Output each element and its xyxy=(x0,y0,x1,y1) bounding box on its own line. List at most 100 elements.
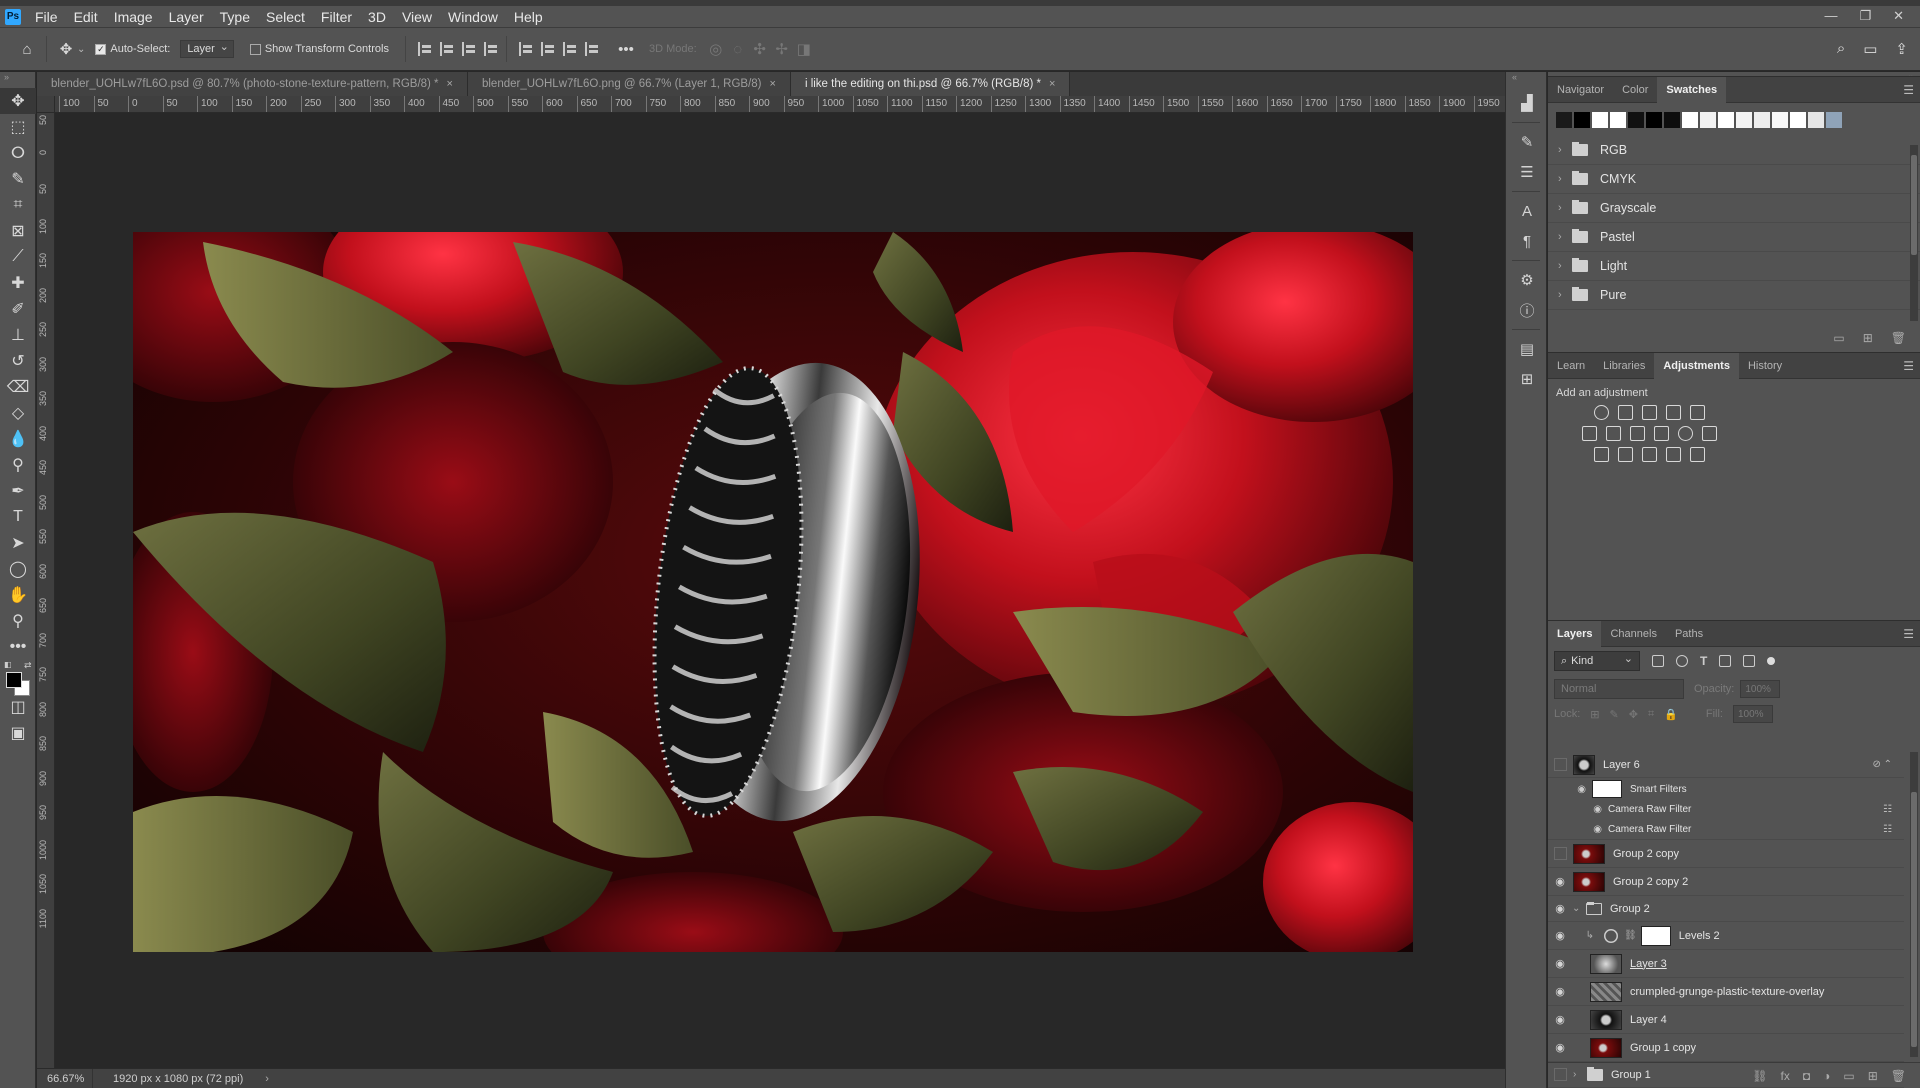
posterize-icon[interactable] xyxy=(1618,447,1633,462)
type-filter-icon[interactable]: T xyxy=(1700,654,1707,668)
link-icon[interactable]: ⛓ xyxy=(1624,930,1637,941)
paragraph-icon[interactable]: ¶ xyxy=(1506,226,1548,256)
move-tool-icon[interactable]: ✥ xyxy=(55,38,77,60)
close-window-button[interactable]: ✕ xyxy=(1893,8,1904,24)
layer-row[interactable]: Layer 6 ⊘ ⌃ xyxy=(1548,752,1904,778)
quick-mask-icon[interactable]: ◫ xyxy=(0,694,36,720)
layer-row[interactable]: ◉ Group 2 copy 2 xyxy=(1548,868,1904,896)
align-left-icon[interactable] xyxy=(417,42,432,56)
selective-color-icon[interactable] xyxy=(1666,447,1681,462)
layer-row[interactable]: ◉ crumpled-grunge-plastic-texture-overla… xyxy=(1548,978,1904,1006)
eye-icon[interactable]: ◉ xyxy=(1548,875,1572,888)
show-transform-checkbox[interactable] xyxy=(249,43,261,55)
brightness-contrast-icon[interactable] xyxy=(1594,405,1609,420)
swatch-group-cmyk[interactable]: › CMYK xyxy=(1548,165,1920,194)
color-swatch[interactable] xyxy=(1556,112,1572,128)
new-swatch-icon[interactable]: ⊞ xyxy=(1863,331,1873,345)
hand-tool-icon[interactable]: ✋ xyxy=(0,582,36,608)
new-adjustment-icon[interactable]: ◑ xyxy=(1823,1069,1830,1083)
3d-pan-icon[interactable]: ✣ xyxy=(749,38,771,60)
color-swatch[interactable] xyxy=(1826,112,1842,128)
crop-tool-icon[interactable]: ⌗ xyxy=(0,192,36,218)
eye-icon[interactable]: ◉ xyxy=(1548,784,1592,795)
share-icon[interactable]: ⇪ xyxy=(1895,40,1908,58)
eye-icon[interactable]: ◉ xyxy=(1548,1041,1572,1054)
lasso-tool-icon[interactable]: ⵔ xyxy=(0,140,36,166)
vibrance-icon[interactable] xyxy=(1690,405,1705,420)
ruler-origin[interactable] xyxy=(37,96,55,113)
info-icon[interactable]: ⓘ xyxy=(1506,295,1548,325)
document-canvas[interactable] xyxy=(133,232,1413,952)
color-swatch[interactable] xyxy=(1736,112,1752,128)
visibility-toggle-off[interactable] xyxy=(1554,847,1567,860)
3d-camera-icon[interactable]: ◨ xyxy=(793,38,815,60)
panel-menu-icon[interactable]: ☰ xyxy=(1903,627,1914,641)
eye-icon[interactable]: ◉ xyxy=(1548,985,1572,998)
eyedropper-tool-icon[interactable]: ⟋ xyxy=(0,244,36,270)
swatch-group-rgb[interactable]: › RGB xyxy=(1548,136,1920,165)
tab-color[interactable]: Color xyxy=(1613,77,1657,103)
foreground-color-swatch[interactable] xyxy=(6,672,22,688)
color-swatch[interactable] xyxy=(1610,112,1626,128)
color-swatch[interactable] xyxy=(1700,112,1716,128)
threshold-icon[interactable] xyxy=(1642,447,1657,462)
tab-history[interactable]: History xyxy=(1739,353,1791,379)
align-top-icon[interactable] xyxy=(518,42,533,56)
new-group-icon[interactable]: ▭ xyxy=(1843,1069,1854,1083)
kind-filter-dropdown[interactable]: ⌕ Kind xyxy=(1554,651,1640,671)
eye-icon[interactable]: ◉ xyxy=(1548,957,1572,970)
align-bottom-icon[interactable] xyxy=(562,42,577,56)
scrollbar-thumb[interactable] xyxy=(1911,155,1917,255)
brush-settings-icon[interactable]: ✎ xyxy=(1506,127,1548,157)
menu-window[interactable]: Window xyxy=(440,9,506,25)
swatch-group-pure[interactable]: › Pure xyxy=(1548,281,1920,310)
group-row[interactable]: ◉ ⌄ Group 2 xyxy=(1548,896,1904,922)
restore-button[interactable]: ❐ xyxy=(1859,8,1871,24)
chevron-down-icon[interactable]: ⌄ xyxy=(77,44,85,55)
menu-edit[interactable]: Edit xyxy=(66,9,106,25)
doc-tab-active[interactable]: i like the editing on thi.psd @ 66.7% (R… xyxy=(790,72,1071,96)
swatch-group-grayscale[interactable]: › Grayscale xyxy=(1548,194,1920,223)
align-middle-icon[interactable] xyxy=(540,42,555,56)
canvas-area[interactable] xyxy=(55,113,1505,1068)
exposure-icon[interactable] xyxy=(1666,405,1681,420)
collapse-icon[interactable]: » xyxy=(0,72,35,88)
align-center-icon[interactable] xyxy=(439,42,454,56)
tab-swatches[interactable]: Swatches xyxy=(1657,76,1727,103)
filter-options-icon[interactable]: ☷ xyxy=(1883,824,1892,835)
lock-artboard-icon[interactable]: ⌗ xyxy=(1648,708,1654,721)
layer-row[interactable]: ◉ Layer 3 xyxy=(1548,950,1904,978)
fill-field[interactable]: 100% xyxy=(1732,705,1773,723)
search-icon[interactable]: ⌕ xyxy=(1837,40,1845,58)
black-white-icon[interactable] xyxy=(1630,426,1645,441)
menu-3d[interactable]: 3D xyxy=(360,9,394,25)
paint-bucket-tool-icon[interactable]: ◇ xyxy=(0,400,36,426)
distribute-icon[interactable] xyxy=(483,42,498,56)
gradient-map-icon[interactable] xyxy=(1690,447,1705,462)
color-swatch[interactable] xyxy=(1682,112,1698,128)
character-icon[interactable]: A xyxy=(1506,196,1548,226)
color-swatch[interactable] xyxy=(1574,112,1590,128)
layer-row[interactable]: Group 2 copy xyxy=(1548,840,1904,868)
color-swatch[interactable] xyxy=(1718,112,1734,128)
3d-slide-icon[interactable]: ✢ xyxy=(771,38,793,60)
menu-layer[interactable]: Layer xyxy=(161,9,212,25)
shape-filter-icon[interactable] xyxy=(1719,655,1732,667)
doc-tab[interactable]: blender_UOHLw7fL6O.psd @ 80.7% (photo-st… xyxy=(37,72,468,96)
opacity-field[interactable]: 100% xyxy=(1740,680,1781,698)
lock-all-icon[interactable]: 🔒 xyxy=(1664,708,1678,721)
menu-select[interactable]: Select xyxy=(258,9,313,25)
eye-icon[interactable]: ◉ xyxy=(1548,929,1572,942)
swap-colors-icon[interactable]: ⇄ xyxy=(24,660,32,671)
layer-row[interactable]: ◉ ↳ ⛓ Levels 2 xyxy=(1548,922,1904,950)
menu-filter[interactable]: Filter xyxy=(313,9,360,25)
layer-comps-icon[interactable]: ▤ xyxy=(1506,334,1548,364)
color-swatch[interactable] xyxy=(1664,112,1680,128)
brush-tool-icon[interactable]: ✐ xyxy=(0,296,36,322)
color-balance-icon[interactable] xyxy=(1606,426,1621,441)
marquee-tool-icon[interactable]: ⬚ xyxy=(0,114,36,140)
horizontal-ruler[interactable]: 100 50 0 50 100 150 200 250 300 350 400 450 500 550 60… xyxy=(55,96,1505,113)
fx-icon[interactable]: fx xyxy=(1781,1069,1790,1083)
libraries-icon[interactable]: ⚙ xyxy=(1506,265,1548,295)
ellipse-tool-icon[interactable]: ◯ xyxy=(0,556,36,582)
